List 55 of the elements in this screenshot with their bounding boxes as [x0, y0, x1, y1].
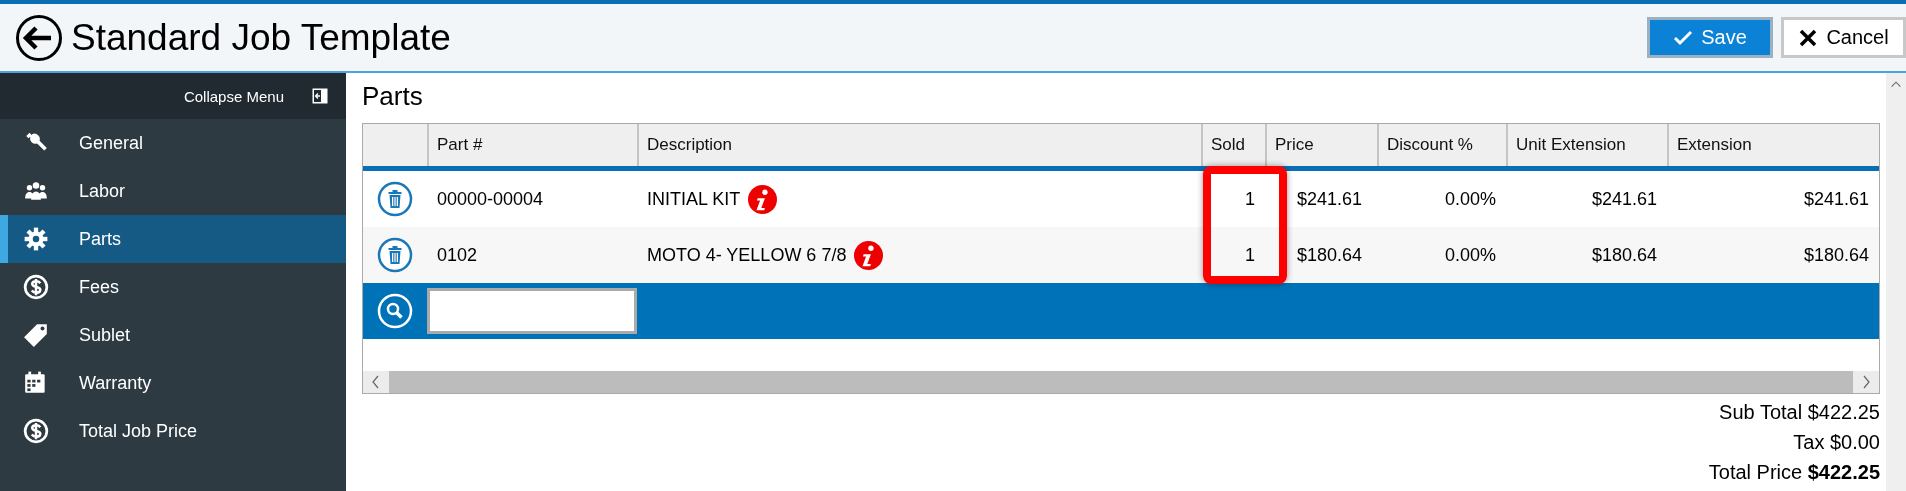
- dollar-circle-icon: [23, 274, 49, 300]
- column-header[interactable]: Extension: [1667, 124, 1879, 166]
- table-cell-text: 1: [1244, 187, 1256, 211]
- sidebar-item[interactable]: Labor: [0, 167, 346, 215]
- table-cell-text: 0102: [436, 243, 479, 267]
- table-cell: MOTO 4- YELLOW 6 7/8: [647, 244, 847, 266]
- trash-icon[interactable]: [377, 181, 413, 217]
- section-title: Parts: [362, 80, 424, 113]
- scroll-right-icon[interactable]: [1861, 374, 1871, 390]
- collapse-icon: [312, 88, 328, 104]
- scroll-left-icon[interactable]: [371, 374, 381, 390]
- part-number-input[interactable]: [427, 288, 637, 334]
- sub-total: Sub Total $422.25: [1719, 400, 1880, 425]
- total-price: Total Price $422.25: [1708, 460, 1880, 485]
- trash-icon[interactable]: [377, 237, 413, 273]
- info-icon[interactable]: [748, 184, 778, 214]
- column-header[interactable]: Unit Extension: [1506, 124, 1667, 166]
- sidebar-item[interactable]: Total Job Price: [0, 407, 346, 455]
- column-header[interactable]: Price: [1265, 124, 1377, 166]
- sidebar-item[interactable]: Sublet: [0, 311, 346, 359]
- gear-icon: [23, 226, 49, 252]
- collapse-menu-label: Collapse Menu: [183, 87, 284, 105]
- table-cell-text: 00000-00004: [436, 187, 545, 211]
- search-icon[interactable]: [377, 293, 413, 329]
- table-cell-text: $180.64: [1590, 243, 1658, 267]
- table-cell-text: 1: [1244, 243, 1256, 267]
- vertical-scrollbar[interactable]: [1886, 73, 1906, 491]
- column-header[interactable]: Discount %: [1377, 124, 1506, 166]
- table-cell-text: $241.61: [1802, 187, 1870, 211]
- column-header[interactable]: Part #: [427, 124, 637, 166]
- back-icon[interactable]: [15, 13, 63, 62]
- save-button[interactable]: Save: [1647, 17, 1773, 58]
- table-cell-text: $241.61: [1590, 187, 1658, 211]
- tag-icon: [23, 322, 49, 348]
- sidebar-item[interactable]: Warranty: [0, 359, 346, 407]
- table-cell-text: $241.61: [1296, 187, 1364, 211]
- table-cell-text: $180.64: [1296, 243, 1364, 267]
- table-cell: INITIAL KIT: [647, 188, 741, 210]
- collapse-menu-bar[interactable]: Collapse Menu: [0, 73, 346, 119]
- sidebar-item[interactable]: Fees: [0, 263, 346, 311]
- sidebar-item[interactable]: Parts: [0, 215, 346, 263]
- table-cell-text: $180.64: [1802, 243, 1870, 267]
- sidebar-item[interactable]: General: [0, 119, 346, 167]
- column-header[interactable]: Sold: [1201, 124, 1265, 166]
- table-cell-text: 0.00%: [1443, 187, 1497, 211]
- info-icon[interactable]: [854, 240, 884, 270]
- horizontal-scrollbar[interactable]: [363, 371, 1879, 393]
- table-cell-text: 0.00%: [1443, 243, 1497, 267]
- column-header[interactable]: Description: [637, 124, 1201, 166]
- dollar-circle-icon: [23, 418, 49, 444]
- page-title: Standard Job Template: [71, 16, 451, 59]
- scroll-up-icon[interactable]: [1889, 79, 1903, 89]
- tax-total: Tax $0.00: [1793, 430, 1880, 455]
- cancel-button[interactable]: Cancel: [1781, 17, 1906, 58]
- close-icon: [1798, 27, 1819, 48]
